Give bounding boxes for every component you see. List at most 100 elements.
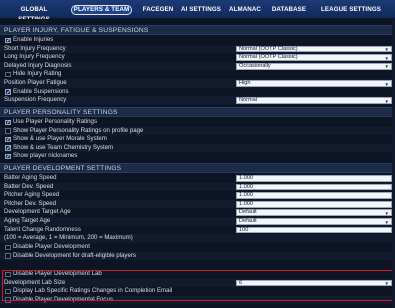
long-injury-frequency-select[interactable]: Normal (OOTP Classic) ▼: [236, 54, 392, 61]
row-development-lab-size: Development Lab Size 6 ▼: [0, 278, 395, 288]
tab-global-settings[interactable]: GLOBAL SETTINGS: [6, 5, 62, 23]
disable-development-lab-checkbox[interactable]: [5, 271, 11, 278]
row-aging-target-age: Aging Target Age Default ▼: [0, 217, 395, 226]
delayed-diagnosis-label: Delayed Injury Diagnosis: [4, 61, 72, 69]
chevron-down-icon: ▼: [384, 210, 389, 216]
position-player-fatigue-label: Position Player Fatigue: [4, 79, 67, 86]
batter-aging-input[interactable]: 1.000: [236, 175, 392, 182]
row-show-personality-profile[interactable]: Show Player Personality Ratings on profi…: [0, 126, 395, 136]
suspension-frequency-label: Suspension Frequency: [4, 96, 67, 104]
row-position-player-fatigue: Position Player Fatigue High ▼: [0, 79, 395, 88]
row-delayed-diagnosis: Delayed Injury Diagnosis Occasionally ▼: [0, 61, 395, 71]
hide-injury-rating-label: Hide Injury Rating: [13, 70, 62, 78]
row-enable-suspensions[interactable]: Enable Suspensions: [0, 88, 395, 97]
morale-label: Show & use Player Morale System: [13, 135, 107, 143]
randomness-note: (100 = Average, 1 = Minimum, 200 = Maxim…: [4, 234, 133, 242]
tab-ai-settings[interactable]: AI SETTINGS: [180, 5, 222, 15]
pitcher-dev-label: Pitcher Dev. Speed: [4, 199, 57, 207]
development-lab-size-select[interactable]: 6 ▼: [236, 279, 392, 287]
nicknames-checkbox[interactable]: [5, 153, 11, 160]
row-long-injury-frequency: Long Injury Frequency Normal (OOTP Class…: [0, 53, 395, 62]
chemistry-label: Show & use Team Chemistry System: [13, 143, 114, 151]
pitcher-aging-input[interactable]: 1.000: [236, 192, 392, 199]
chevron-down-icon: ▼: [384, 98, 389, 104]
row-disable-development-lab[interactable]: Disable Player Development Lab: [0, 270, 395, 279]
chemistry-checkbox[interactable]: [5, 144, 11, 151]
display-lab-ratings-label: Display Lab Specific Ratings Changes in …: [13, 287, 173, 295]
talent-randomness-input[interactable]: 100: [236, 226, 392, 234]
hide-injury-rating-checkbox[interactable]: [5, 71, 11, 78]
disable-development-label: Disable Player Development: [13, 243, 90, 250]
disable-draft-development-label: Disable Development for draft-eligible p…: [13, 251, 136, 259]
row-talent-randomness: Talent Change Randomness 100: [0, 226, 395, 235]
tab-facegen[interactable]: FACEGEN: [141, 5, 175, 15]
pitcher-aging-label: Pitcher Aging Speed: [4, 191, 60, 199]
enable-injuries-label: Enable Injuries: [13, 36, 54, 43]
row-pitcher-dev: Pitcher Dev. Speed 1.000: [0, 199, 395, 209]
short-injury-frequency-label: Short Injury Frequency: [4, 44, 66, 52]
tab-almanac[interactable]: ALMANAC: [227, 5, 263, 15]
tab-players-team[interactable]: PLAYERS & TEAM: [71, 5, 132, 15]
section-header-personality: PLAYER PERSONALITY SETTINGS: [0, 107, 395, 117]
nicknames-label: Show player nicknames: [13, 152, 78, 160]
chevron-down-icon: ▼: [384, 64, 389, 70]
development-target-age-label: Development Target Age: [4, 208, 71, 216]
batter-dev-label: Batter Dev. Speed: [4, 182, 54, 190]
aging-target-age-select[interactable]: Default ▼: [236, 218, 392, 225]
morale-checkbox[interactable]: [5, 135, 11, 143]
row-disable-draft-development[interactable]: Disable Development for draft-eligible p…: [0, 251, 395, 261]
enable-suspensions-label: Enable Suspensions: [13, 87, 69, 95]
row-chemistry[interactable]: Show & use Team Chemistry System: [0, 143, 395, 153]
row-batter-dev: Batter Dev. Speed 1.000: [0, 182, 395, 192]
row-disable-developmental-focus[interactable]: Disable Player Developmental Focus: [0, 295, 395, 305]
batter-aging-label: Batter Aging Speed: [4, 174, 57, 181]
short-injury-frequency-select[interactable]: Normal (OOTP Classic) ▼: [236, 45, 392, 53]
position-player-fatigue-select[interactable]: High ▼: [236, 80, 392, 87]
chevron-down-icon: ▼: [384, 55, 389, 61]
row-enable-injuries[interactable]: Enable Injuries: [0, 36, 395, 45]
row-batter-aging: Batter Aging Speed 1.000: [0, 174, 395, 183]
aging-target-age-label: Aging Target Age: [4, 217, 51, 224]
section-header-injury: PLAYER INJURY, FATIGUE & SUSPENSIONS: [0, 25, 395, 35]
batter-dev-input[interactable]: 1.000: [236, 183, 392, 191]
show-personality-profile-checkbox[interactable]: [5, 128, 11, 134]
development-target-age-select[interactable]: Default ▼: [236, 209, 392, 217]
enable-injuries-checkbox[interactable]: [5, 36, 11, 44]
row-morale[interactable]: Show & use Player Morale System: [0, 135, 395, 144]
disable-developmental-focus-checkbox[interactable]: [5, 297, 11, 303]
row-use-personality[interactable]: Use Player Personality Ratings: [0, 118, 395, 127]
row-randomness-note: (100 = Average, 1 = Minimum, 200 = Maxim…: [0, 234, 395, 243]
row-hide-injury-rating[interactable]: Hide Injury Rating: [0, 70, 395, 79]
display-lab-ratings-checkbox[interactable]: [5, 288, 11, 295]
disable-development-checkbox[interactable]: [5, 244, 11, 251]
chevron-down-icon: ▼: [384, 281, 389, 287]
suspension-frequency-select[interactable]: Normal ▼: [236, 97, 392, 104]
row-development-target-age: Development Target Age Default ▼: [0, 208, 395, 217]
chevron-down-icon: ▼: [384, 47, 389, 53]
row-nicknames[interactable]: Show player nicknames: [0, 152, 395, 161]
pitcher-dev-input[interactable]: 1.000: [236, 200, 392, 208]
long-injury-frequency-label: Long Injury Frequency: [4, 53, 65, 61]
row-disable-development[interactable]: Disable Player Development: [0, 243, 395, 252]
use-personality-label: Use Player Personality Ratings: [13, 118, 97, 125]
row-pitcher-aging: Pitcher Aging Speed 1.000: [0, 191, 395, 200]
disable-development-lab-label: Disable Player Development Lab: [13, 270, 102, 277]
section-header-development: PLAYER DEVELOPMENT SETTINGS: [0, 163, 395, 173]
delayed-diagnosis-select[interactable]: Occasionally ▼: [236, 62, 392, 70]
chevron-down-icon: ▼: [384, 219, 389, 225]
row-suspension-frequency: Suspension Frequency Normal ▼: [0, 96, 395, 105]
row-display-lab-ratings[interactable]: Display Lab Specific Ratings Changes in …: [0, 287, 395, 296]
enable-suspensions-checkbox[interactable]: [5, 88, 11, 95]
settings-tab-bar: GLOBAL SETTINGS PLAYERS & TEAM FACEGEN A…: [0, 0, 395, 23]
tab-league-settings[interactable]: LEAGUE SETTINGS: [313, 5, 389, 15]
disable-draft-development-checkbox[interactable]: [5, 253, 11, 259]
disable-developmental-focus-label: Disable Player Developmental Focus: [13, 295, 113, 303]
development-lab-size-label: Development Lab Size: [4, 278, 66, 286]
tab-database[interactable]: DATABASE: [270, 5, 308, 15]
use-personality-checkbox[interactable]: [5, 118, 11, 126]
row-short-injury-frequency: Short Injury Frequency Normal (OOTP Clas…: [0, 44, 395, 54]
show-personality-profile-label: Show Player Personality Ratings on profi…: [13, 126, 144, 134]
settings-content: PLAYER INJURY, FATIGUE & SUSPENSIONS Ena…: [0, 19, 395, 308]
talent-randomness-label: Talent Change Randomness: [4, 225, 81, 233]
chevron-down-icon: ▼: [384, 81, 389, 87]
